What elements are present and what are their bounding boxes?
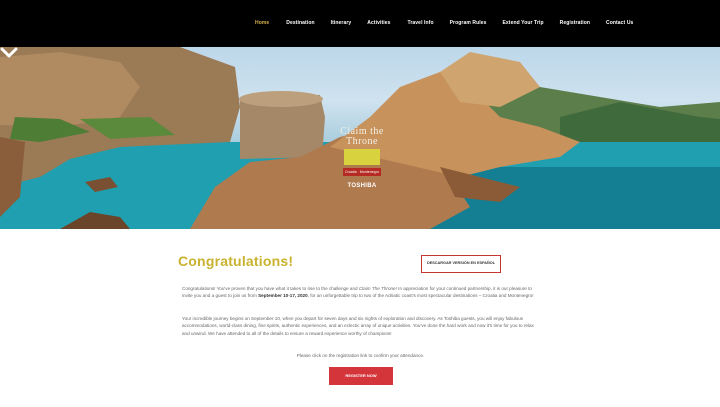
nav-contact-us[interactable]: Contact Us — [606, 20, 633, 26]
top-navigation-bar: Home Destination Itinerary Activities Tr… — [0, 0, 720, 47]
intro-text-a: Congratulations! You've proven that you … — [182, 286, 359, 291]
nav-registration[interactable]: Registration — [560, 20, 590, 26]
journey-paragraph: Your incredible journey begins on Septem… — [182, 316, 534, 336]
trip-dates: September 10-17, 2020 — [258, 293, 308, 299]
download-spanish-button[interactable]: DESCARGAR VERSIÓN EN ESPAÑOL — [421, 255, 501, 273]
nav-program-rules[interactable]: Program Rules — [450, 20, 487, 26]
toshiba-brand: TOSHIBA — [347, 183, 377, 189]
claim-the-throne-logo: Claim the Throne Croatia · Montenegro TO… — [334, 127, 390, 209]
registration-instruction: Please click on the registration link to… — [296, 353, 425, 358]
register-now-button[interactable]: REGISTER NOW — [329, 367, 393, 385]
page-title: Congratulations! — [178, 253, 294, 269]
nav-menu: Home Destination Itinerary Activities Tr… — [255, 20, 633, 26]
logo-countries: Croatia · Montenegro — [343, 168, 381, 176]
nav-travel-info[interactable]: Travel Info — [408, 20, 434, 26]
chevron-down-icon[interactable] — [0, 47, 18, 59]
intro-emphasis: Claim The Throne! — [358, 286, 397, 291]
nav-itinerary[interactable]: Itinerary — [331, 20, 352, 26]
nav-destination[interactable]: Destination — [286, 20, 314, 26]
logo-emblem — [344, 149, 380, 165]
intro-text-c: , for an unforgettable trip to two of th… — [307, 293, 534, 299]
intro-paragraph: Congratulations! You've proven that you … — [182, 285, 539, 300]
main-content: Congratulations! DESCARGAR VERSIÓN EN ES… — [0, 229, 720, 407]
logo-title: Claim the Throne — [340, 126, 384, 147]
nav-activities[interactable]: Activities — [367, 20, 390, 26]
nav-home[interactable]: Home — [255, 20, 269, 26]
nav-extend-your-trip[interactable]: Extend Your Trip — [502, 20, 543, 26]
hero-banner: Claim the Throne Croatia · Montenegro TO… — [0, 47, 720, 229]
